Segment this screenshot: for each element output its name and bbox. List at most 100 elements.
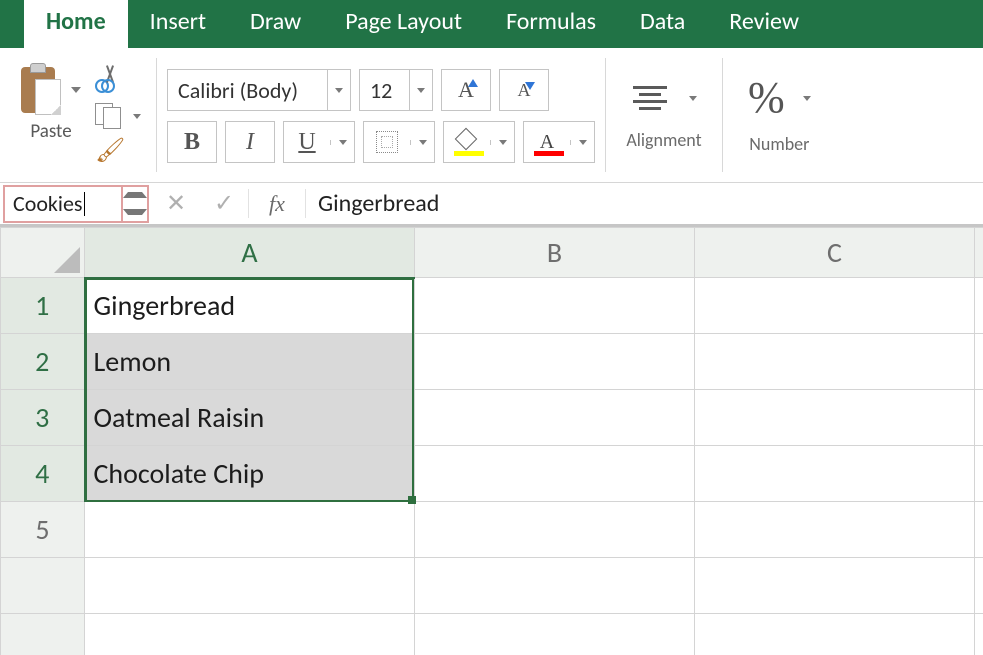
cell-D5[interactable] xyxy=(975,502,983,558)
shrink-font-button[interactable]: A xyxy=(499,69,549,111)
formula-value: Gingerbread xyxy=(318,189,439,218)
paste-menu-button[interactable] xyxy=(66,65,86,115)
cell-C5[interactable] xyxy=(695,502,975,558)
row-header-7[interactable] xyxy=(1,614,85,655)
group-alignment: Alignment xyxy=(606,48,722,182)
tab-review[interactable]: Review xyxy=(707,0,821,48)
underline-button[interactable]: U xyxy=(283,121,355,163)
copy-button[interactable] xyxy=(94,102,124,130)
percent-icon: % xyxy=(748,76,785,120)
cell-C6[interactable] xyxy=(695,558,975,614)
fill-color-button[interactable] xyxy=(443,121,515,163)
tab-insert[interactable]: Insert xyxy=(128,0,228,48)
alignment-label: Alignment xyxy=(626,129,701,151)
format-painter-button[interactable]: 🖌 xyxy=(94,138,124,168)
row-header-4[interactable]: 4 xyxy=(1,446,85,502)
cell-C7[interactable] xyxy=(695,614,975,655)
paste-icon xyxy=(17,65,61,115)
cut-button[interactable] xyxy=(94,66,124,94)
copy-icon xyxy=(95,103,123,129)
cell-D1[interactable] xyxy=(975,278,983,334)
copy-menu-button[interactable] xyxy=(128,103,146,129)
cell-B2[interactable] xyxy=(415,334,695,390)
col-header-C[interactable]: C xyxy=(695,228,975,278)
cell-D4[interactable] xyxy=(975,446,983,502)
tab-formulas[interactable]: Formulas xyxy=(484,0,618,48)
borders-button[interactable] xyxy=(363,121,435,163)
cell-D7[interactable] xyxy=(975,614,983,655)
row-header-1[interactable]: 1 xyxy=(1,278,85,334)
cell-C2[interactable] xyxy=(695,334,975,390)
cell-D3[interactable] xyxy=(975,390,983,446)
group-number: % Number xyxy=(723,48,836,182)
cell-B7[interactable] xyxy=(415,614,695,655)
italic-icon: I xyxy=(246,129,254,156)
cell-B1[interactable] xyxy=(415,278,695,334)
cell-C4[interactable] xyxy=(695,446,975,502)
group-font: Calibri (Body) 12 A A B I U xyxy=(157,48,605,182)
cell-D6[interactable] xyxy=(975,558,983,614)
cell-B5[interactable] xyxy=(415,502,695,558)
worksheet: A B C 1 Gingerbread 2 Lemon 3 xyxy=(0,227,983,655)
cell-A3[interactable]: Oatmeal Raisin xyxy=(85,390,415,446)
shrink-font-icon: A xyxy=(518,80,531,101)
alignment-menu[interactable] xyxy=(682,80,704,116)
paste-button[interactable] xyxy=(16,64,62,116)
ribbon: Paste 🖌 xyxy=(0,48,983,183)
cell-A7[interactable] xyxy=(85,614,415,655)
fill-color-menu[interactable] xyxy=(490,140,514,145)
name-box-up[interactable] xyxy=(123,187,147,204)
formula-input[interactable]: Gingerbread xyxy=(306,183,983,224)
borders-menu[interactable] xyxy=(410,140,434,145)
col-header-A[interactable]: A xyxy=(85,228,415,278)
cell-B3[interactable] xyxy=(415,390,695,446)
font-color-icon: A xyxy=(534,131,560,153)
underline-menu[interactable] xyxy=(330,140,354,145)
cell-D2[interactable] xyxy=(975,334,983,390)
font-color-button[interactable]: A xyxy=(523,121,595,163)
col-header-B[interactable]: B xyxy=(415,228,695,278)
alignment-button[interactable] xyxy=(624,79,676,117)
tab-draw[interactable]: Draw xyxy=(228,0,323,48)
enter-button[interactable]: ✓ xyxy=(200,183,248,224)
row-header-5[interactable]: 5 xyxy=(1,502,85,558)
col-header-D[interactable] xyxy=(975,228,983,278)
name-box-down[interactable] xyxy=(123,204,147,221)
italic-button[interactable]: I xyxy=(225,121,275,163)
row-header-6[interactable] xyxy=(1,558,85,614)
name-box-value: Cookies xyxy=(13,190,83,217)
insert-function-button[interactable]: fx xyxy=(249,183,305,224)
row-header-3[interactable]: 3 xyxy=(1,390,85,446)
cell-A4[interactable]: Chocolate Chip xyxy=(85,446,415,502)
grow-font-button[interactable]: A xyxy=(441,69,491,111)
cell-A6[interactable] xyxy=(85,558,415,614)
cell-A2[interactable]: Lemon xyxy=(85,334,415,390)
font-size-dropdown[interactable] xyxy=(409,69,433,111)
number-format-button[interactable]: % xyxy=(741,75,792,121)
font-name-combo[interactable]: Calibri (Body) xyxy=(167,69,351,111)
cell-B6[interactable] xyxy=(415,558,695,614)
tab-data[interactable]: Data xyxy=(618,0,707,48)
grow-font-icon: A xyxy=(458,77,474,103)
cell-C3[interactable] xyxy=(695,390,975,446)
tab-page-layout[interactable]: Page Layout xyxy=(323,0,484,48)
row-header-2[interactable]: 2 xyxy=(1,334,85,390)
borders-icon xyxy=(376,131,398,153)
bold-button[interactable]: B xyxy=(167,121,217,163)
font-name-dropdown[interactable] xyxy=(327,69,351,111)
name-box[interactable]: Cookies xyxy=(3,185,123,223)
select-all-corner[interactable] xyxy=(1,228,85,278)
cell-A5[interactable] xyxy=(85,502,415,558)
tab-home[interactable]: Home xyxy=(24,0,128,48)
font-size-combo[interactable]: 12 xyxy=(359,69,433,111)
ribbon-tabs: Home Insert Draw Page Layout Formulas Da… xyxy=(0,0,983,48)
cell-C1[interactable] xyxy=(695,278,975,334)
check-icon: ✓ xyxy=(214,189,234,218)
cell-B4[interactable] xyxy=(415,446,695,502)
scissors-icon xyxy=(95,67,123,93)
cell-A1[interactable]: Gingerbread xyxy=(85,278,415,334)
brush-icon: 🖌 xyxy=(95,139,123,167)
cancel-button[interactable]: ✕ xyxy=(152,183,200,224)
number-format-menu[interactable] xyxy=(796,76,818,120)
font-color-menu[interactable] xyxy=(570,140,594,145)
